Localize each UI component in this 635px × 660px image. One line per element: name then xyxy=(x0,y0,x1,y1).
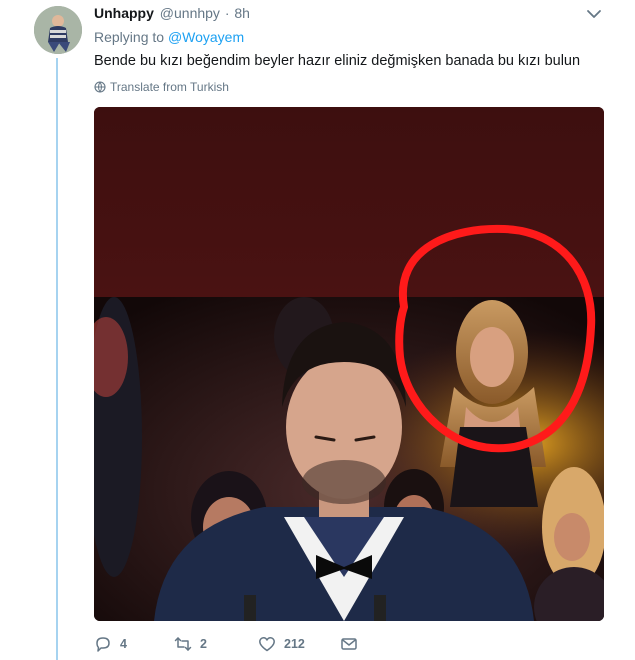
reply-button[interactable]: 4 xyxy=(94,635,174,653)
globe-icon xyxy=(94,81,106,93)
media-photo xyxy=(94,107,604,621)
replying-to: Replying to @Woyayem xyxy=(94,28,244,46)
separator-dot: · xyxy=(224,5,230,21)
envelope-icon xyxy=(341,638,357,650)
avatar-image xyxy=(34,6,82,54)
replying-prefix: Replying to xyxy=(94,29,165,45)
reply-count: 4 xyxy=(120,637,127,651)
tweet-media-image[interactable] xyxy=(94,107,604,621)
tweet-text: Bende bu kızı beğendim beyler hazır elin… xyxy=(94,53,581,69)
avatar[interactable] xyxy=(34,6,82,54)
display-name[interactable]: Unhappy xyxy=(94,5,154,21)
like-button[interactable]: 212 xyxy=(258,635,340,653)
reply-icon xyxy=(96,637,110,652)
like-count: 212 xyxy=(284,637,305,651)
retweet-count: 2 xyxy=(200,637,207,651)
replying-mention-link[interactable]: @Woyayem xyxy=(168,29,244,45)
tweet-timestamp[interactable]: 8h xyxy=(234,5,250,21)
direct-message-button[interactable] xyxy=(340,635,358,653)
translate-link[interactable]: Translate from Turkish xyxy=(94,79,229,95)
thread-line xyxy=(56,58,58,660)
tweet-actions: 4 2 212 xyxy=(94,634,358,654)
heart-icon xyxy=(259,637,275,652)
retweet-icon xyxy=(174,637,192,651)
chevron-down-icon[interactable] xyxy=(586,8,602,20)
retweet-button[interactable]: 2 xyxy=(174,635,258,653)
translate-label: Translate from Turkish xyxy=(110,80,229,94)
maroon-overlay xyxy=(94,107,604,297)
user-handle[interactable]: @unnhpy xyxy=(160,5,220,21)
tweet-header: Unhappy @unnhpy · 8h xyxy=(94,4,250,22)
